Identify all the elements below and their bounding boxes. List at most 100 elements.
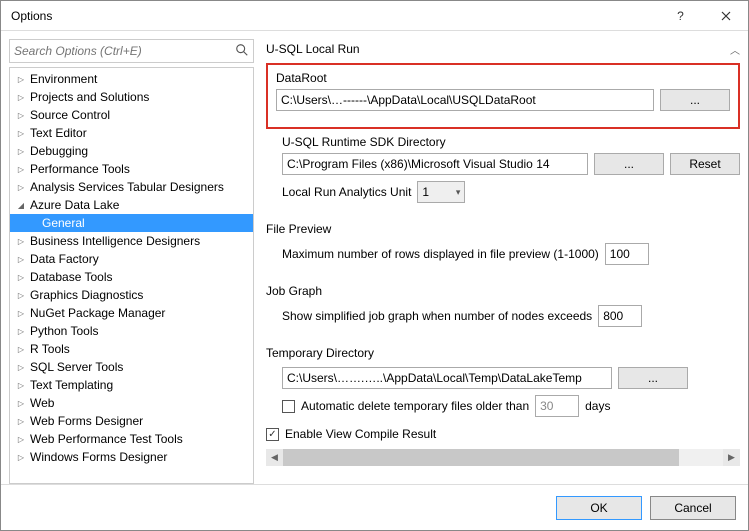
search-input[interactable]	[14, 44, 235, 58]
chevron-collapsed-icon[interactable]	[14, 291, 28, 300]
tree-item-projects-and-solutions[interactable]: Projects and Solutions	[10, 88, 253, 106]
chevron-collapsed-icon[interactable]	[14, 255, 28, 264]
chevron-collapsed-icon[interactable]	[14, 381, 28, 390]
tree-item-sql-server-tools[interactable]: SQL Server Tools	[10, 358, 253, 376]
runtime-reset-button[interactable]: Reset	[670, 153, 740, 175]
tree-item-windows-forms-designer[interactable]: Windows Forms Designer	[10, 448, 253, 466]
runtime-browse-button[interactable]: ...	[594, 153, 664, 175]
tree-item-python-tools[interactable]: Python Tools	[10, 322, 253, 340]
chevron-down-icon: ▾	[456, 187, 461, 198]
job-graph-label: Show simplified job graph when number of…	[282, 309, 592, 323]
chevron-collapsed-icon[interactable]	[14, 111, 28, 120]
auto-delete-days-input[interactable]: 30	[535, 395, 579, 417]
tree-item-web-forms-designer[interactable]: Web Forms Designer	[10, 412, 253, 430]
analytics-dropdown[interactable]: 1 ▾	[417, 181, 465, 203]
horizontal-scrollbar[interactable]: ◀ ▶	[266, 449, 740, 466]
chevron-collapsed-icon[interactable]	[14, 165, 28, 174]
tree-item-general[interactable]: General	[10, 214, 253, 232]
chevron-collapsed-icon[interactable]	[14, 309, 28, 318]
runtime-group: U-SQL Runtime SDK Directory C:\Program F…	[266, 135, 740, 219]
tree-item-label: NuGet Package Manager	[28, 306, 165, 320]
scroll-right-button[interactable]: ▶	[723, 449, 740, 466]
section-header-job-graph: Job Graph	[266, 281, 740, 301]
chevron-collapsed-icon[interactable]	[14, 93, 28, 102]
dataroot-input[interactable]: C:\Users\…------\AppData\Local\USQLDataR…	[276, 89, 654, 111]
tree-item-performance-tools[interactable]: Performance Tools	[10, 160, 253, 178]
chevron-collapsed-icon[interactable]	[14, 453, 28, 462]
tree-item-label: Analysis Services Tabular Designers	[28, 180, 224, 194]
tree-item-label: Projects and Solutions	[28, 90, 149, 104]
tree-item-label: R Tools	[28, 342, 70, 356]
scroll-track[interactable]	[283, 449, 723, 466]
tree-item-database-tools[interactable]: Database Tools	[10, 268, 253, 286]
chevron-collapsed-icon[interactable]	[14, 273, 28, 282]
tree-item-text-editor[interactable]: Text Editor	[10, 124, 253, 142]
tree-item-business-intelligence-designers[interactable]: Business Intelligence Designers	[10, 232, 253, 250]
temp-dir-browse-button[interactable]: ...	[618, 367, 688, 389]
file-preview-input[interactable]: 100	[605, 243, 649, 265]
section-header-local-run[interactable]: U-SQL Local Run ︿	[266, 39, 740, 59]
ok-button[interactable]: OK	[556, 496, 642, 520]
chevron-expanded-icon[interactable]	[14, 201, 28, 210]
cancel-button[interactable]: Cancel	[650, 496, 736, 520]
chevron-collapsed-icon[interactable]	[14, 129, 28, 138]
dataroot-group: DataRoot C:\Users\…------\AppData\Local\…	[266, 63, 740, 129]
job-graph-input[interactable]: 800	[598, 305, 642, 327]
tree-item-label: Web Forms Designer	[28, 414, 143, 428]
chevron-collapsed-icon[interactable]	[14, 237, 28, 246]
tree-item-graphics-diagnostics[interactable]: Graphics Diagnostics	[10, 286, 253, 304]
scroll-left-button[interactable]: ◀	[266, 449, 283, 466]
tree-item-web-performance-test-tools[interactable]: Web Performance Test Tools	[10, 430, 253, 448]
tree-item-label: Azure Data Lake	[28, 198, 119, 212]
chevron-collapsed-icon[interactable]	[14, 183, 28, 192]
right-panel: U-SQL Local Run ︿ DataRoot C:\Users\…---…	[266, 39, 740, 484]
tree-item-label: General	[40, 216, 85, 230]
tree-item-environment[interactable]: Environment	[10, 70, 253, 88]
chevron-collapsed-icon[interactable]	[14, 345, 28, 354]
tree-item-label: Data Factory	[28, 252, 99, 266]
temp-dir-group: C:\Users\…….…..\AppData\Local\Temp\DataL…	[266, 367, 740, 427]
chevron-collapsed-icon[interactable]	[14, 435, 28, 444]
scroll-thumb[interactable]	[283, 449, 679, 466]
auto-delete-label-2: days	[585, 399, 610, 413]
tree-item-azure-data-lake[interactable]: Azure Data Lake	[10, 196, 253, 214]
chevron-collapsed-icon[interactable]	[14, 75, 28, 84]
tree-item-label: Debugging	[28, 144, 88, 158]
chevron-collapsed-icon[interactable]	[14, 327, 28, 336]
tree-item-label: Web Performance Test Tools	[28, 432, 183, 446]
file-preview-label: Maximum number of rows displayed in file…	[282, 247, 599, 261]
section-header-file-preview: File Preview	[266, 219, 740, 239]
auto-delete-label-1: Automatic delete temporary files older t…	[301, 399, 529, 413]
close-button[interactable]	[703, 1, 748, 30]
tree-item-label: Source Control	[28, 108, 110, 122]
tree-item-label: Environment	[28, 72, 97, 86]
tree-item-nuget-package-manager[interactable]: NuGet Package Manager	[10, 304, 253, 322]
help-button[interactable]: ?	[658, 1, 703, 30]
title-bar: Options ?	[1, 1, 748, 31]
tree-item-text-templating[interactable]: Text Templating	[10, 376, 253, 394]
enable-compile-checkbox[interactable]: ✓	[266, 428, 279, 441]
tree-item-source-control[interactable]: Source Control	[10, 106, 253, 124]
enable-compile-label: Enable View Compile Result	[285, 427, 436, 441]
chevron-collapsed-icon[interactable]	[14, 363, 28, 372]
temp-dir-input[interactable]: C:\Users\…….…..\AppData\Local\Temp\DataL…	[282, 367, 612, 389]
search-box[interactable]	[9, 39, 254, 63]
search-icon[interactable]	[235, 43, 249, 60]
options-tree[interactable]: Environment Projects and Solutions Source …	[9, 67, 254, 484]
tree-item-debugging[interactable]: Debugging	[10, 142, 253, 160]
tree-item-r-tools[interactable]: R Tools	[10, 340, 253, 358]
dataroot-browse-button[interactable]: ...	[660, 89, 730, 111]
auto-delete-checkbox[interactable]	[282, 400, 295, 413]
tree-item-analysis-services-tabular-designers[interactable]: Analysis Services Tabular Designers	[10, 178, 253, 196]
chevron-collapsed-icon[interactable]	[14, 417, 28, 426]
chevron-collapsed-icon[interactable]	[14, 399, 28, 408]
chevron-collapsed-icon[interactable]	[14, 147, 28, 156]
tree-item-label: Text Editor	[28, 126, 87, 140]
tree-item-label: Windows Forms Designer	[28, 450, 167, 464]
tree-item-web[interactable]: Web	[10, 394, 253, 412]
runtime-input[interactable]: C:\Program Files (x86)\Microsoft Visual …	[282, 153, 588, 175]
chevron-up-icon[interactable]: ︿	[724, 42, 740, 57]
left-panel: Environment Projects and Solutions Source …	[9, 39, 254, 484]
tree-item-data-factory[interactable]: Data Factory	[10, 250, 253, 268]
tree-item-label: Database Tools	[28, 270, 113, 284]
